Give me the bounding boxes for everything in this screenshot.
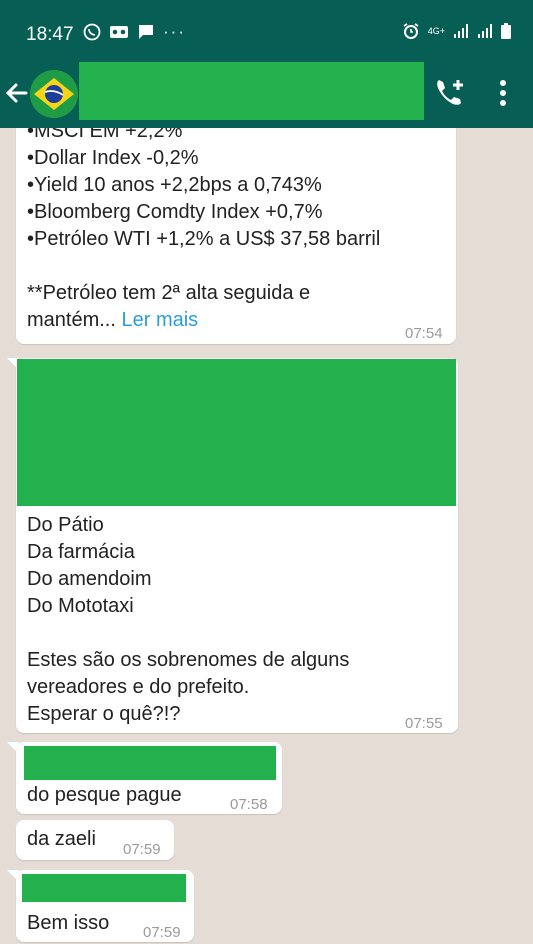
whatsapp-notification-icon (83, 23, 101, 41)
message-text: mantém... (27, 309, 116, 331)
message-bubble[interactable]: Do Pátio Da farmácia Do amendoim Do Moto… (7, 358, 458, 733)
battery-icon (501, 23, 511, 39)
voicemail-icon (110, 26, 128, 38)
message-time: 07:59 (123, 841, 161, 858)
bubble-tail (7, 742, 19, 754)
message-line: vereadores e do prefeito. (27, 676, 250, 698)
message-bubble[interactable]: •MSCI EM +2,2% •Dollar Index -0,2% •Yiel… (16, 128, 456, 344)
network-type-label: 4G+ (427, 25, 445, 36)
message-icon (139, 25, 153, 39)
message-line: Estes são os sobrenomes de alguns (27, 649, 350, 671)
contact-name-redacted[interactable] (79, 62, 424, 120)
message-text: da zaeli (27, 828, 96, 850)
message-time: 07:54 (405, 325, 443, 342)
signal-icon-sim1 (454, 24, 468, 38)
message-line: •Petróleo WTI +1,2% a US$ 37,58 barril (27, 228, 381, 250)
add-call-icon[interactable] (433, 76, 467, 110)
message-time: 07:55 (405, 715, 443, 732)
message-line: Do Pátio (27, 514, 104, 536)
more-vertical-icon[interactable] (493, 78, 513, 108)
message-line (27, 620, 349, 647)
back-arrow-icon[interactable] (4, 76, 30, 110)
notification-icons: ··· (83, 22, 186, 42)
message-time: 07:59 (143, 924, 181, 941)
chat-area[interactable]: •MSCI EM +2,2% •Dollar Index -0,2% •Yiel… (0, 128, 533, 944)
media-redacted[interactable] (17, 359, 456, 506)
brazil-flag-avatar (30, 70, 78, 118)
status-bar: 18:47 ··· 4G+ (0, 0, 533, 62)
message-line: Esperar o quê?!? (27, 703, 181, 725)
message-line: •Dollar Index -0,2% (27, 147, 199, 169)
message-line: Da farmácia (27, 541, 135, 563)
message-text: Bem isso (27, 912, 110, 934)
message-line: **Petróleo tem 2ª alta seguida e (27, 282, 311, 304)
signal-icon-sim2 (478, 24, 492, 38)
contact-avatar[interactable] (30, 70, 78, 118)
message-text: do pesque pague (27, 784, 182, 806)
message-bubble[interactable]: do pesque pague 07:58 (7, 742, 282, 814)
bubble-tail (7, 870, 19, 882)
message-line: •Yield 10 anos +2,2bps a 0,743% (27, 174, 322, 196)
system-icons: 4G+ (402, 22, 511, 40)
message-line: •MSCI EM +2,2% (27, 128, 183, 142)
message-line: •Bloomberg Comdty Index +0,7% (27, 201, 323, 223)
message-line: Do Mototaxi (27, 595, 134, 617)
more-notifications-icon: ··· (163, 22, 186, 41)
message-bubble[interactable]: da zaeli 07:59 (16, 820, 174, 860)
message-line (27, 253, 380, 280)
sender-name-redacted (22, 874, 186, 902)
message-line: Do amendoim (27, 568, 152, 590)
message-line: mantém... Ler mais (27, 307, 380, 334)
chat-header (0, 62, 533, 128)
message-time: 07:58 (230, 796, 268, 813)
alarm-icon (403, 23, 419, 39)
status-time: 18:47 (26, 24, 74, 45)
message-bubble[interactable]: Bem isso 07:59 (7, 870, 194, 942)
read-more-link[interactable]: Ler mais (121, 309, 198, 331)
sender-name-redacted (24, 746, 276, 780)
